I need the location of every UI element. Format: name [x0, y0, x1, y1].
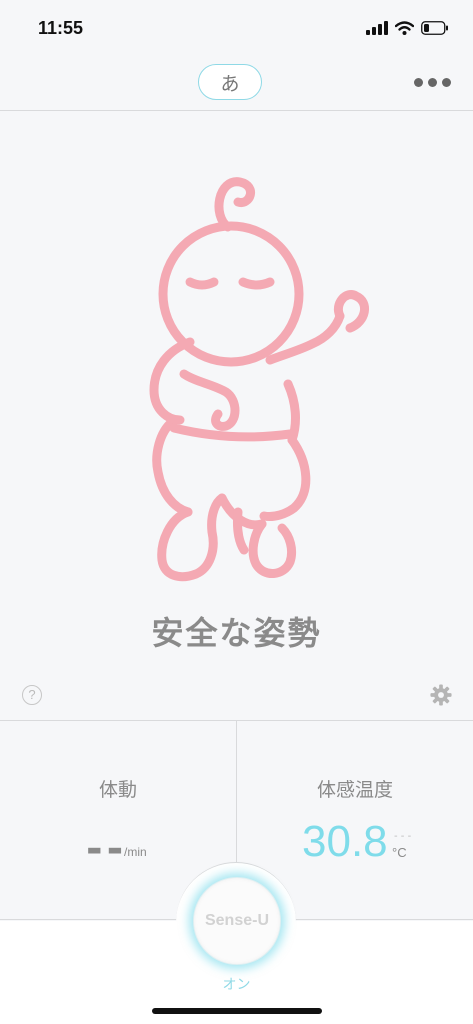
help-icon[interactable]: ? [22, 685, 42, 705]
baby-posture-icon [149, 177, 369, 582]
temperature-trend: - - - [394, 831, 412, 842]
status-time: 11:55 [38, 17, 84, 38]
profile-button[interactable]: あ [198, 64, 262, 100]
battery-icon [421, 21, 448, 35]
temperature-title: 体感温度 [316, 779, 393, 801]
temperature-unit: °C [392, 845, 407, 860]
status-icons [366, 21, 449, 35]
home-indicator[interactable] [152, 1008, 322, 1014]
more-options-icon[interactable] [411, 74, 451, 90]
wifi-icon [395, 21, 414, 35]
temperature-value: 30.8 [302, 817, 388, 866]
more-dot [442, 77, 451, 87]
more-dot [414, 77, 423, 87]
posture-status-label: 安全な姿勢 [151, 614, 322, 652]
movement-title: 体動 [98, 779, 137, 801]
posture-display: 安全な姿勢 [0, 112, 473, 712]
device-status-label: オン [222, 977, 251, 993]
device-toggle-button[interactable]: Sense-U [193, 877, 281, 965]
movement-unit: /min [124, 845, 147, 859]
header: あ [0, 56, 473, 111]
status-bar: 11:55 [0, 0, 473, 56]
signal-icon [366, 21, 388, 35]
settings-gear-icon[interactable] [430, 684, 452, 706]
more-dot [428, 77, 437, 87]
movement-value: -- [86, 826, 128, 872]
